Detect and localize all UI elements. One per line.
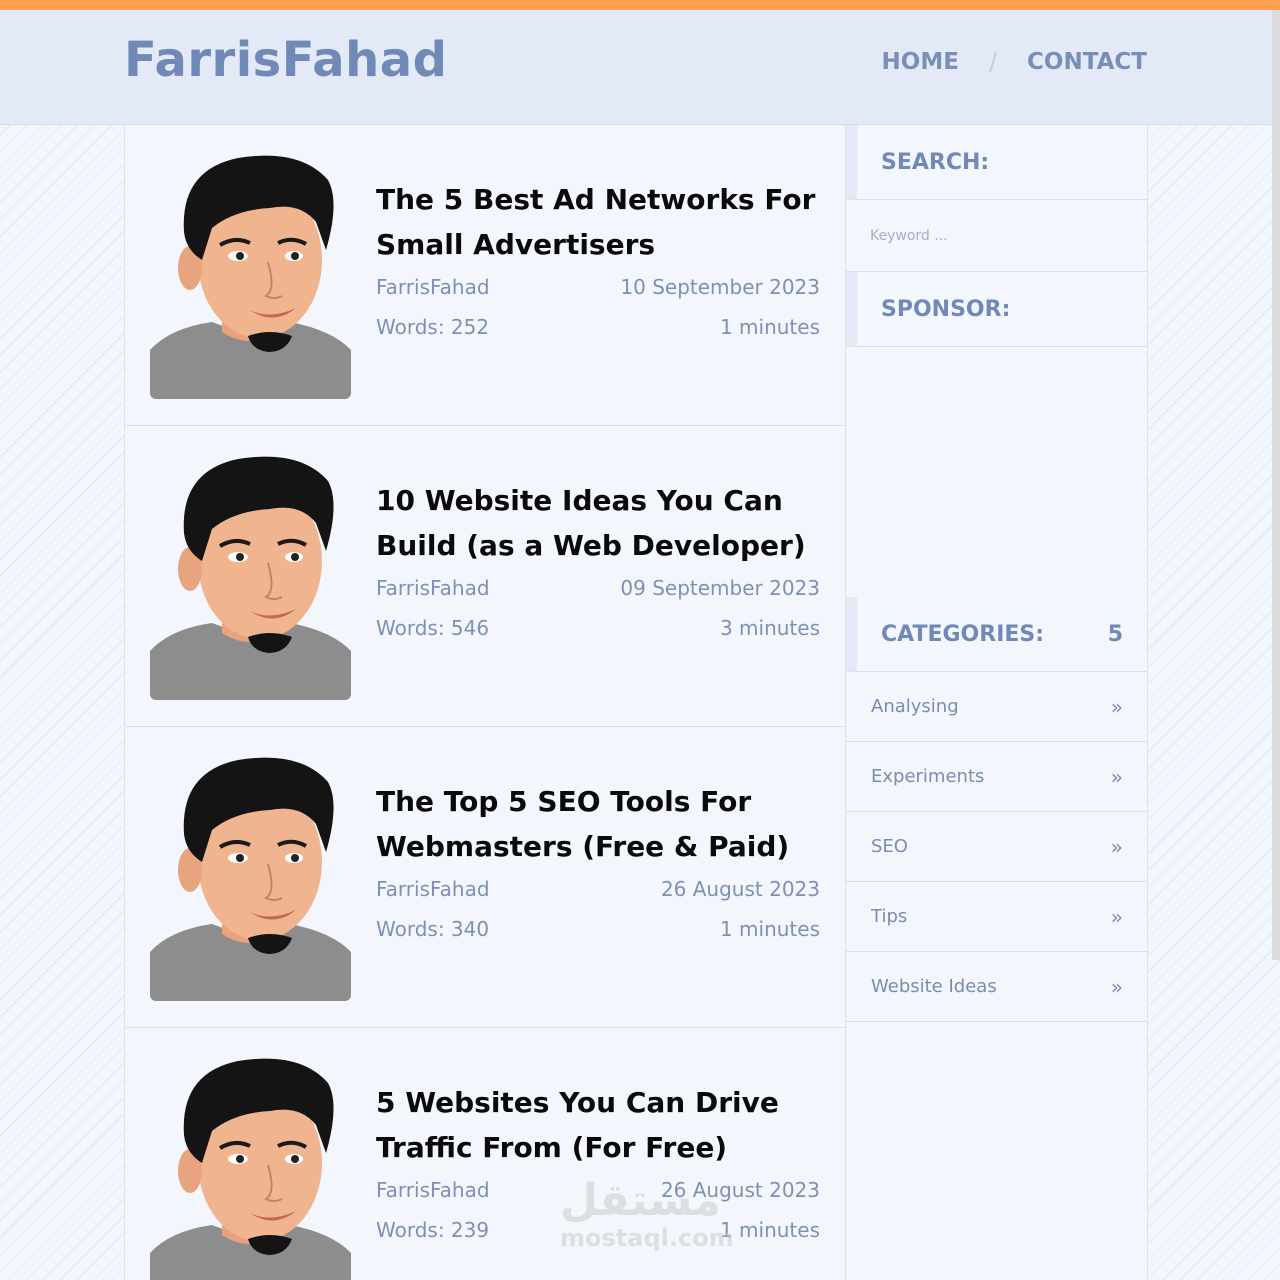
category-label: Tips (871, 906, 908, 927)
post-read-time: 1 minutes (719, 1218, 820, 1242)
chevron-right-icon: » (1110, 974, 1123, 999)
post-author[interactable]: FarrisFahad (376, 1178, 490, 1202)
search-heading: SEARCH: (846, 125, 1147, 200)
post-title[interactable]: The 5 Best Ad Networks For Small Adverti… (376, 177, 826, 267)
post-date: 26 August 2023 (660, 1178, 820, 1202)
post-title[interactable]: 10 Website Ideas You Can Build (as a Web… (376, 478, 826, 568)
chevron-right-icon: » (1110, 904, 1123, 929)
sponsor-heading: SPONSOR: (846, 272, 1147, 347)
category-label: Experiments (871, 766, 985, 787)
post-date: 26 August 2023 (660, 877, 820, 901)
post-word-count: Words: 340 (376, 917, 490, 941)
site-header: FarrisFahad HOME / CONTACT (0, 10, 1272, 125)
post-card: The 5 Best Ad Networks For Small Adverti… (125, 125, 846, 426)
category-item-seo[interactable]: SEO » (846, 812, 1147, 882)
post-stats-row: Words: 340 1 minutes (376, 917, 820, 941)
post-stats-row: Words: 546 3 minutes (376, 616, 820, 640)
post-author[interactable]: FarrisFahad (376, 275, 490, 299)
chevron-right-icon: » (1110, 694, 1123, 719)
post-author[interactable]: FarrisFahad (376, 576, 490, 600)
post-word-count: Words: 239 (376, 1218, 490, 1242)
nav-separator: / (988, 48, 998, 76)
post-read-time: 1 minutes (719, 315, 820, 339)
sidebar: SEARCH: SPONSOR: CATEGORIES: 5 Analysing… (846, 125, 1148, 1280)
post-meta-row: FarrisFahad 26 August 2023 (376, 877, 820, 901)
categories-heading-label: CATEGORIES: (881, 621, 1045, 647)
nav-home-link[interactable]: HOME (882, 49, 959, 75)
scrollbar[interactable] (1272, 10, 1280, 960)
post-word-count: Words: 252 (376, 315, 490, 339)
category-label: Analysing (871, 696, 959, 717)
post-meta-row: FarrisFahad 10 September 2023 (376, 275, 820, 299)
categories-heading: CATEGORIES: 5 (846, 597, 1147, 672)
search-box (846, 200, 1147, 272)
post-stats-row: Words: 252 1 minutes (376, 315, 820, 339)
category-item-tips[interactable]: Tips » (846, 882, 1147, 952)
post-title[interactable]: The Top 5 SEO Tools For Webmasters (Free… (376, 779, 826, 869)
site-logo[interactable]: FarrisFahad (124, 32, 448, 88)
post-word-count: Words: 546 (376, 616, 490, 640)
main-nav: HOME / CONTACT (882, 48, 1147, 76)
post-author[interactable]: FarrisFahad (376, 877, 490, 901)
post-read-time: 3 minutes (719, 616, 820, 640)
post-card: The Top 5 SEO Tools For Webmasters (Free… (125, 727, 846, 1028)
category-label: SEO (871, 836, 908, 857)
category-label: Website Ideas (871, 976, 997, 997)
post-date: 10 September 2023 (620, 275, 820, 299)
post-date: 09 September 2023 (620, 576, 820, 600)
category-item-experiments[interactable]: Experiments » (846, 742, 1147, 812)
sponsor-heading-label: SPONSOR: (881, 296, 1011, 322)
chevron-right-icon: » (1110, 834, 1123, 859)
search-input[interactable] (846, 200, 1147, 271)
post-meta-row: FarrisFahad 09 September 2023 (376, 576, 820, 600)
post-card: 5 Websites You Can Drive Traffic From (F… (125, 1028, 846, 1280)
author-avatar[interactable] (150, 1053, 351, 1280)
post-card: 10 Website Ideas You Can Build (as a Web… (125, 426, 846, 727)
sponsor-ad-slot (846, 347, 1147, 597)
post-meta-row: FarrisFahad 26 August 2023 (376, 1178, 820, 1202)
post-title[interactable]: 5 Websites You Can Drive Traffic From (F… (376, 1080, 826, 1170)
post-list: The 5 Best Ad Networks For Small Adverti… (124, 125, 846, 1280)
search-heading-label: SEARCH: (881, 149, 990, 175)
top-accent-bar (0, 0, 1280, 10)
author-avatar[interactable] (150, 451, 351, 700)
author-avatar[interactable] (150, 752, 351, 1001)
nav-contact-link[interactable]: CONTACT (1027, 49, 1147, 75)
category-item-analysing[interactable]: Analysing » (846, 672, 1147, 742)
post-stats-row: Words: 239 1 minutes (376, 1218, 820, 1242)
categories-count: 5 (1107, 621, 1123, 647)
category-item-website-ideas[interactable]: Website Ideas » (846, 952, 1147, 1022)
chevron-right-icon: » (1110, 764, 1123, 789)
author-avatar[interactable] (150, 150, 351, 399)
post-read-time: 1 minutes (719, 917, 820, 941)
